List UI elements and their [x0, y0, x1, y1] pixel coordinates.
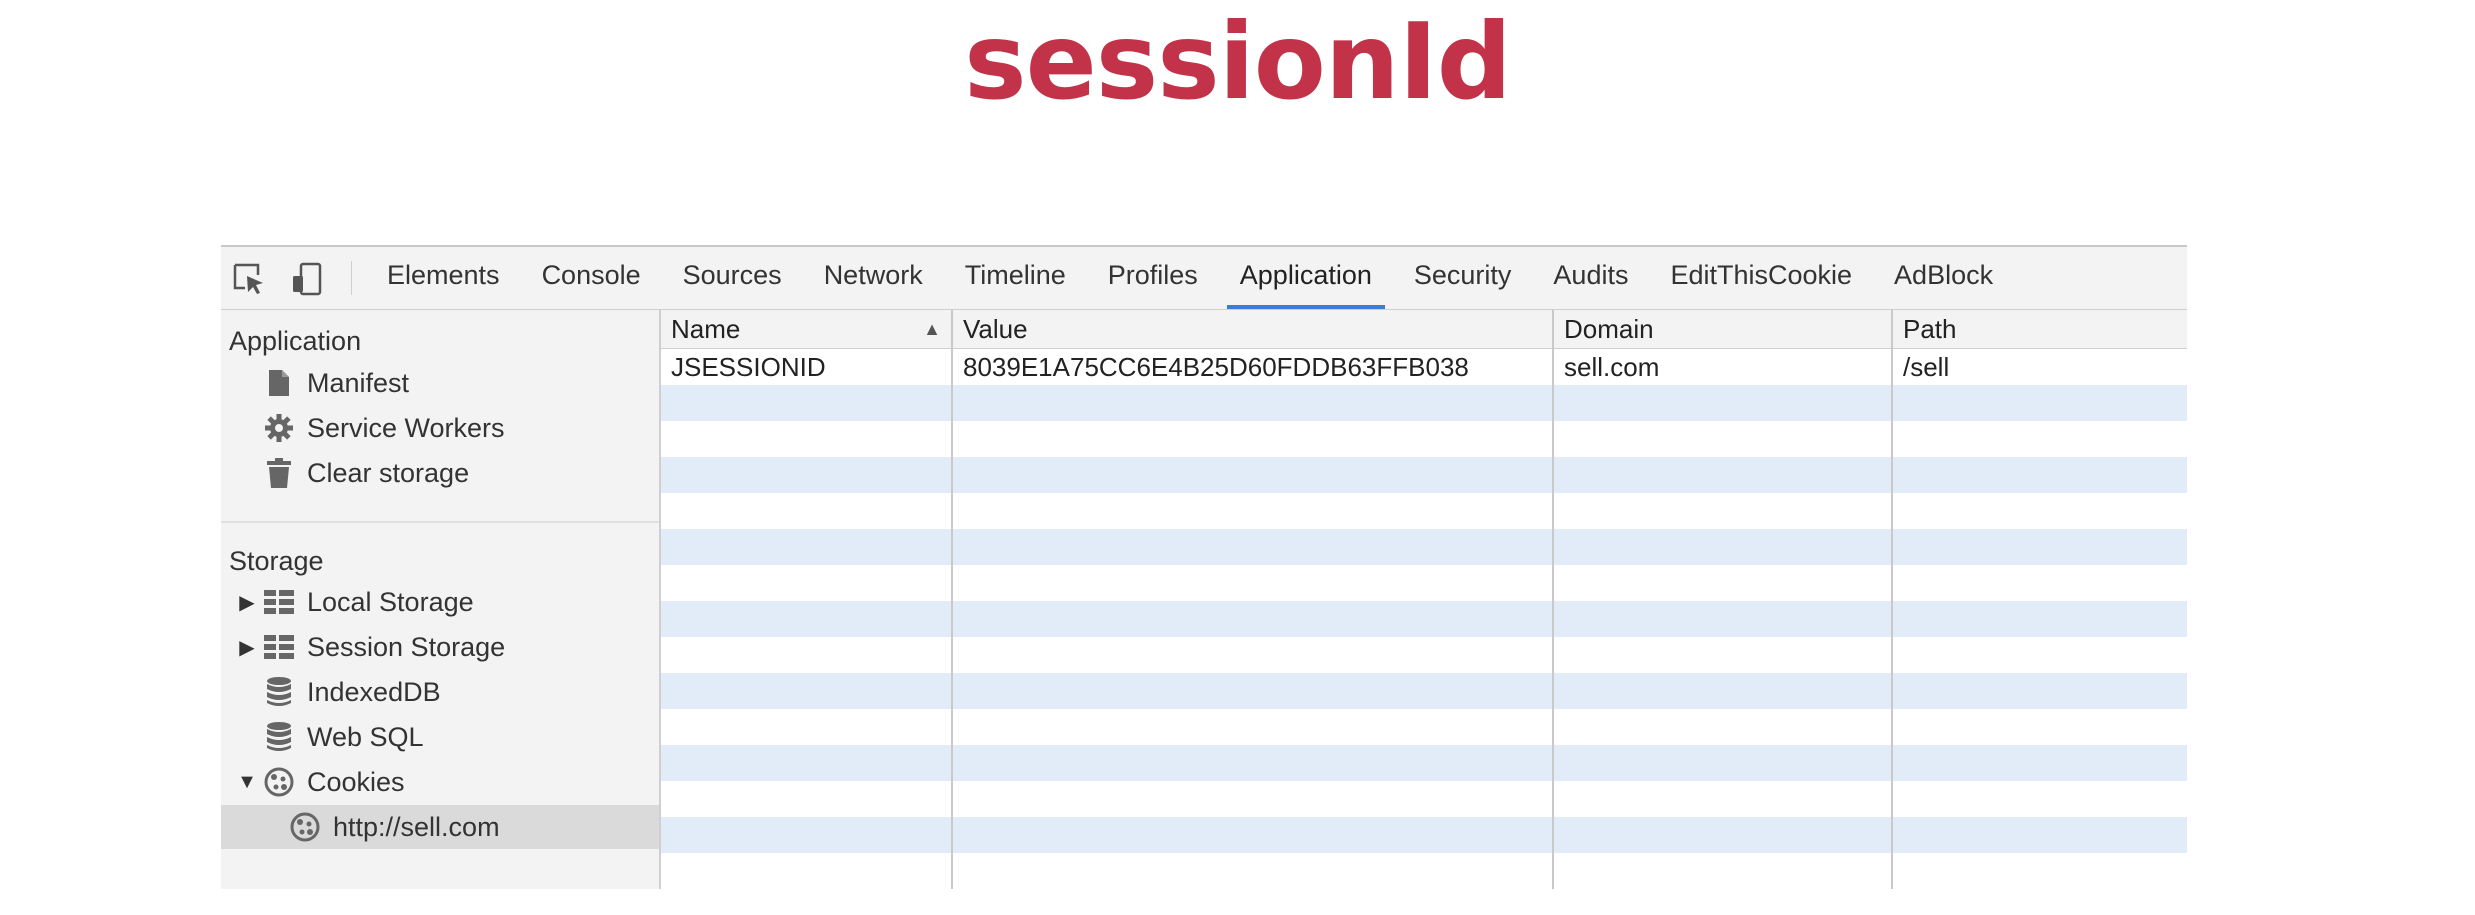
tab-security[interactable]: Security	[1393, 247, 1533, 309]
section-title-application: Application	[229, 326, 362, 356]
table-header: Name ▲ Value Domain Path	[661, 310, 2187, 349]
tab-application[interactable]: Application	[1219, 247, 1393, 309]
tab-audits[interactable]: Audits	[1532, 247, 1649, 309]
table-row-empty	[661, 493, 2187, 529]
file-icon	[263, 367, 295, 399]
gear-icon	[263, 412, 295, 444]
tab-network[interactable]: Network	[803, 247, 944, 309]
table-row-empty	[661, 421, 2187, 457]
tab-profiles[interactable]: Profiles	[1087, 247, 1219, 309]
table-row-empty	[661, 385, 2187, 421]
inspect-element-icon[interactable]	[231, 261, 267, 297]
grid-icon	[263, 631, 295, 663]
expand-arrow-icon[interactable]: ▶	[237, 635, 257, 660]
sidebar-item-label: http://sell.com	[333, 811, 500, 842]
table-row-empty	[661, 781, 2187, 817]
sidebar-item-indexeddb[interactable]: IndexedDB	[221, 670, 659, 714]
table-row-empty	[661, 745, 2187, 781]
sidebar-item-local-storage[interactable]: ▶ Local Storage	[221, 580, 659, 624]
cell-path: /sell	[1903, 352, 1950, 382]
column-header-label: Path	[1903, 314, 1957, 344]
cell-domain: sell.com	[1564, 352, 1660, 382]
tab-sources[interactable]: Sources	[662, 247, 803, 309]
cell-value: 8039E1A75CC6E4B25D60FDDB63FFB038	[963, 352, 1469, 382]
toolbar-separator	[351, 261, 352, 295]
table-row-empty	[661, 529, 2187, 565]
device-mode-icon[interactable]	[289, 261, 325, 297]
expand-arrow-icon[interactable]: ▶	[237, 590, 257, 615]
trash-icon	[263, 457, 295, 489]
column-divider[interactable]	[1552, 310, 1554, 889]
column-header-name[interactable]: Name ▲	[661, 310, 951, 348]
devtools-panel: Elements Console Sources Network Timeline Pro…	[221, 245, 2187, 889]
collapse-arrow-icon[interactable]: ▼	[237, 771, 257, 794]
column-header-domain[interactable]: Domain	[1554, 310, 1892, 348]
sidebar-item-label: IndexedDB	[307, 676, 441, 707]
database-icon	[263, 721, 295, 753]
tab-adblock[interactable]: AdBlock	[1873, 247, 2014, 309]
column-header-path[interactable]: Path	[1893, 310, 2187, 348]
column-header-label: Value	[963, 314, 1028, 344]
sidebar-item-cookie-origin[interactable]: http://sell.com	[221, 805, 659, 849]
column-header-label: Domain	[1564, 314, 1654, 344]
table-row-empty	[661, 673, 2187, 709]
devtools-tabs: Elements Console Sources Network Timeline Pro…	[366, 247, 2014, 309]
sidebar-divider	[221, 521, 659, 523]
cookies-table: Name ▲ Value Domain Path JSESSIONID 8039E…	[661, 310, 2187, 889]
slide-title: sessionId	[964, 1, 1512, 123]
table-row-empty	[661, 817, 2187, 853]
sidebar-item-label: Web SQL	[307, 721, 424, 752]
sidebar-item-label: Local Storage	[307, 586, 474, 617]
grid-icon	[263, 586, 295, 618]
table-row[interactable]: JSESSIONID 8039E1A75CC6E4B25D60FDDB63FFB0…	[661, 349, 2187, 385]
sidebar-item-clear-storage[interactable]: Clear storage	[221, 451, 659, 495]
cell-name: JSESSIONID	[671, 352, 826, 382]
column-header-label: Name	[671, 314, 741, 344]
sidebar-item-web-sql[interactable]: Web SQL	[221, 715, 659, 759]
table-row-empty	[661, 637, 2187, 673]
table-row-empty	[661, 601, 2187, 637]
column-divider[interactable]	[951, 310, 953, 889]
database-icon	[263, 676, 295, 708]
section-title-storage: Storage	[229, 546, 324, 576]
tab-elements[interactable]: Elements	[366, 247, 521, 309]
sidebar-item-label: Session Storage	[307, 631, 506, 662]
sort-ascending-icon: ▲	[923, 319, 941, 339]
tab-console[interactable]: Console	[521, 247, 662, 309]
sidebar-item-label: Service Workers	[307, 412, 505, 443]
sidebar-item-service-workers[interactable]: Service Workers	[221, 406, 659, 450]
sidebar-item-session-storage[interactable]: ▶ Session Storage	[221, 625, 659, 669]
cookie-icon	[289, 811, 321, 843]
column-divider[interactable]	[1891, 310, 1893, 889]
sidebar-item-label: Manifest	[307, 367, 410, 398]
sidebar-item-manifest[interactable]: Manifest	[221, 361, 659, 405]
table-row-empty	[661, 853, 2187, 889]
sidebar-item-label: Clear storage	[307, 457, 470, 488]
table-row-empty	[661, 457, 2187, 493]
column-header-value[interactable]: Value	[953, 310, 1553, 348]
application-sidebar: Application Manifest Service Workers Cle…	[221, 310, 661, 889]
devtools-toolbar: Elements Console Sources Network Timeline Pro…	[221, 247, 2187, 310]
sidebar-item-label: Cookies	[307, 766, 405, 797]
cookie-icon	[263, 766, 295, 798]
tab-editthiscookie[interactable]: EditThisCookie	[1649, 247, 1873, 309]
table-row-empty	[661, 565, 2187, 601]
tab-timeline[interactable]: Timeline	[944, 247, 1087, 309]
table-row-empty	[661, 709, 2187, 745]
sidebar-item-cookies[interactable]: ▼ Cookies	[221, 760, 659, 804]
